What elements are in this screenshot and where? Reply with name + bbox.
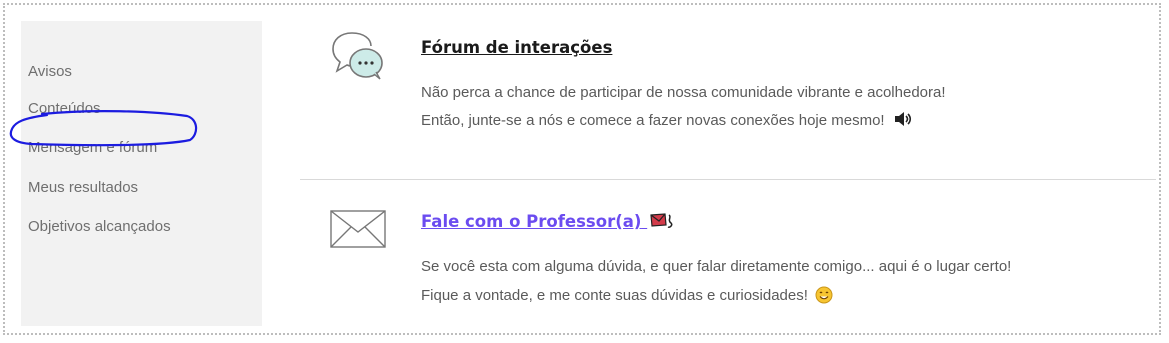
sidebar-item-meus-resultados[interactable]: Meus resultados	[28, 179, 138, 196]
smiley-icon	[815, 286, 833, 304]
fale-com-professor-link[interactable]: Fale com o Professor(a)	[421, 212, 675, 231]
sidebar-item-objetivos[interactable]: Objetivos alcançados	[28, 218, 171, 235]
forum-description-line-1: Não perca a chance de participar de noss…	[421, 84, 946, 101]
forum-title-link[interactable]: Fórum de interações	[421, 38, 612, 57]
flying-envelope-icon	[650, 213, 673, 228]
sidebar-item-conteudos[interactable]: Conteúdos	[28, 100, 101, 117]
professor-description-line-1: Se você esta com alguma dúvida, e quer f…	[421, 258, 1012, 275]
speaker-icon	[894, 112, 911, 126]
section-divider	[300, 179, 1156, 180]
sidebar-item-avisos[interactable]: Avisos	[28, 63, 72, 80]
chat-bubbles-icon	[332, 32, 383, 80]
sidebar-item-mensagem-forum[interactable]: Mensagem e fórum	[28, 139, 157, 156]
envelope-icon	[330, 210, 386, 248]
professor-description-line-2: Fique a vontade, e me conte suas dúvidas…	[421, 286, 833, 304]
sidebar: Avisos Conteúdos Mensagem e fórum Meus r…	[21, 21, 262, 326]
forum-description-line-2: Então, junte-se a nós e comece a fazer n…	[421, 111, 913, 129]
